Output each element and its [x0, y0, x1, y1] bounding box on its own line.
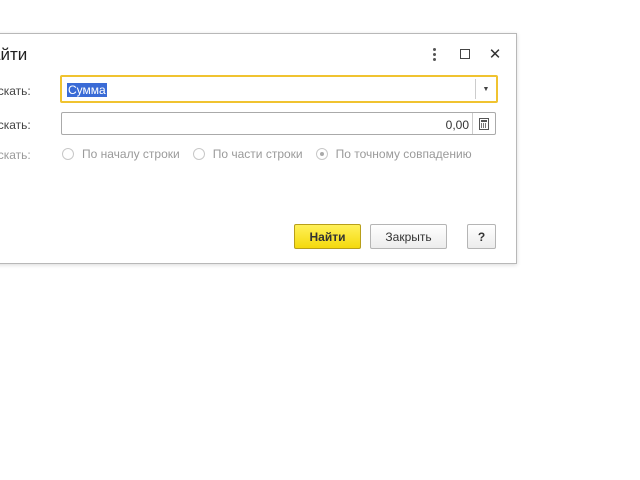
what-label: искать:	[0, 118, 31, 132]
where-value[interactable]: Сумма	[67, 83, 107, 97]
radio-part-of-string[interactable]: По части строки	[192, 147, 303, 161]
radio-circle[interactable]	[192, 148, 205, 160]
how-label: искать:	[0, 148, 31, 162]
close-icon[interactable]: ✕	[485, 44, 505, 64]
where-combobox[interactable]: Сумма ▼	[60, 75, 498, 103]
what-value[interactable]: 0,00	[446, 118, 469, 132]
chevron-down-icon[interactable]: ▼	[475, 79, 496, 99]
match-mode-group: По началу строки По части строки По точн…	[62, 147, 485, 161]
dialog-title: айти	[0, 45, 28, 64]
more-icon[interactable]	[424, 44, 444, 64]
calculator-icon[interactable]	[472, 113, 495, 134]
what-input[interactable]: 0,00	[61, 112, 496, 135]
where-label: искать:	[0, 84, 31, 98]
radio-label: По началу строки	[82, 147, 180, 161]
radio-circle-selected[interactable]	[315, 148, 328, 160]
radio-circle[interactable]	[62, 148, 74, 160]
maximize-icon[interactable]	[455, 44, 475, 64]
radio-exact-match[interactable]: По точному совпадению	[315, 147, 472, 161]
find-dialog: айти ✕ искать: Сумма ▼ искать: 0,00 иска…	[0, 33, 517, 264]
radio-label: По точному совпадению	[335, 147, 472, 161]
radio-start-of-string[interactable]: По началу строки	[62, 147, 180, 161]
find-button[interactable]: Найти	[294, 224, 361, 249]
radio-label: По части строки	[212, 147, 303, 161]
help-button[interactable]: ?	[467, 224, 496, 249]
close-button[interactable]: Закрыть	[370, 224, 447, 249]
